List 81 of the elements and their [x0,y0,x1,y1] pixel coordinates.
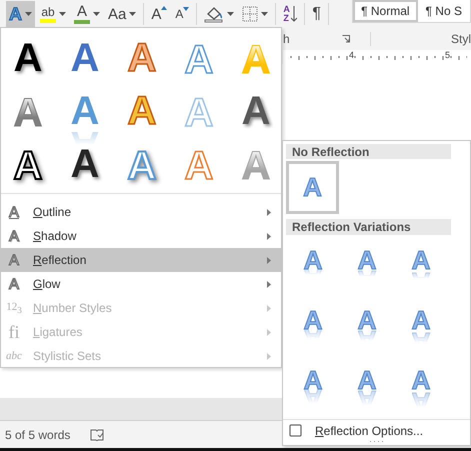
menu-item-label: Ligatures [33,325,84,339]
submenu-arrow-icon [267,304,271,312]
menu-item-label: Stylistic Sets [33,349,102,363]
reflection-options-link[interactable]: Reflection Options... [315,424,424,438]
submenu-arrow-icon [267,280,271,288]
caret-icon [129,12,136,16]
submenu-arrow-icon [267,208,271,216]
reflection-option[interactable]: A [340,296,394,357]
sort-button[interactable]: AZ [280,1,300,27]
reflection-option[interactable]: A [340,236,394,297]
text-style-option[interactable]: A [117,137,167,190]
paragraph-button[interactable]: ¶ [309,1,324,27]
word-count[interactable]: 5 of 5 words [5,428,70,442]
ruler-number: 5 [445,50,450,60]
text-style-option[interactable]: A [117,31,167,84]
text-style-option[interactable]: A [60,137,110,190]
reflection-option[interactable]: A [286,236,340,297]
style-item[interactable]: ¶ Normal [353,0,418,22]
submenu-arrow-icon [267,256,271,264]
menu-item-label: Outline [33,205,72,219]
menu-item-label: Shadow [33,229,78,243]
underlined-letter-icon: A [1,204,27,220]
text-effects-button[interactable]: A [6,1,35,27]
menu-item[interactable]: A Reflection [1,248,281,272]
text-style-option[interactable]: A [60,31,110,84]
text-style-option[interactable]: A [3,137,53,190]
text-style-option[interactable]: A [231,137,281,190]
menu-item[interactable]: A Glow [1,272,281,296]
text-style-option[interactable]: A [174,137,224,190]
menu-item[interactable]: A Shadow [1,224,281,248]
menu-item-label: Number Styles [33,301,113,315]
proofing-book-icon[interactable] [90,428,104,440]
reflection-option[interactable]: A [340,356,394,417]
menu-item-label: Reflection [33,253,88,267]
text-style-option[interactable]: A [231,31,281,84]
group-label: h [283,32,290,46]
shadow-letter-icon: A [1,228,27,244]
text-style-option[interactable]: A [3,84,53,137]
change-case-button[interactable]: Aa [105,1,140,27]
text-style-option[interactable]: A [174,84,224,137]
submenu-arrow-icon [267,232,271,240]
checkbox-icon [289,424,303,438]
down-arrow-icon [291,6,298,22]
highlight-button[interactable]: ab [37,1,69,27]
no-reflection-option[interactable]: A [286,161,339,214]
text-style-option[interactable]: A [117,84,167,137]
number-icon: 12$_{3}$ [1,300,27,316]
menu-item[interactable]: A Outline [1,200,281,224]
group-label: Styl [370,32,471,46]
reflection-option[interactable]: A [394,236,448,297]
paint-bucket-icon [204,5,224,23]
shrink-font-button[interactable]: A [172,1,192,27]
reflection-option[interactable]: A [286,356,340,417]
reflection-option[interactable]: A [286,296,340,357]
text-style-option[interactable]: A [174,31,224,84]
caret-icon [227,12,234,16]
reflection-option[interactable]: A [394,296,448,357]
submenu-arrow-icon [267,328,271,336]
grow-font-button[interactable]: A [148,1,170,27]
font-color-button[interactable]: A [71,1,103,27]
up-triangle-icon [161,6,168,10]
menu-item-label: Glow [33,277,62,291]
caret-icon [93,12,100,16]
ruler-number: 4 [349,50,354,60]
caret-icon [261,12,268,16]
text-style-option[interactable]: A [60,84,110,137]
glow-letter-icon: A [1,276,27,292]
grid-icon [242,6,258,22]
caret-icon [59,12,66,16]
dialog-launcher-icon[interactable] [342,35,350,43]
script-letters-icon: abc [1,350,27,362]
section-header: Reflection Variations [286,219,451,235]
ligature-icon: fi [1,322,27,342]
reflected-letter-icon: A [1,252,27,268]
reflection-option[interactable]: A [394,356,448,417]
down-triangle-icon [183,7,190,11]
text-style-option[interactable]: A [3,31,53,84]
section-header: No Reflection [286,144,451,160]
submenu-arrow-icon [267,352,271,360]
caret-icon [25,12,32,16]
text-style-option[interactable]: A [231,84,281,137]
